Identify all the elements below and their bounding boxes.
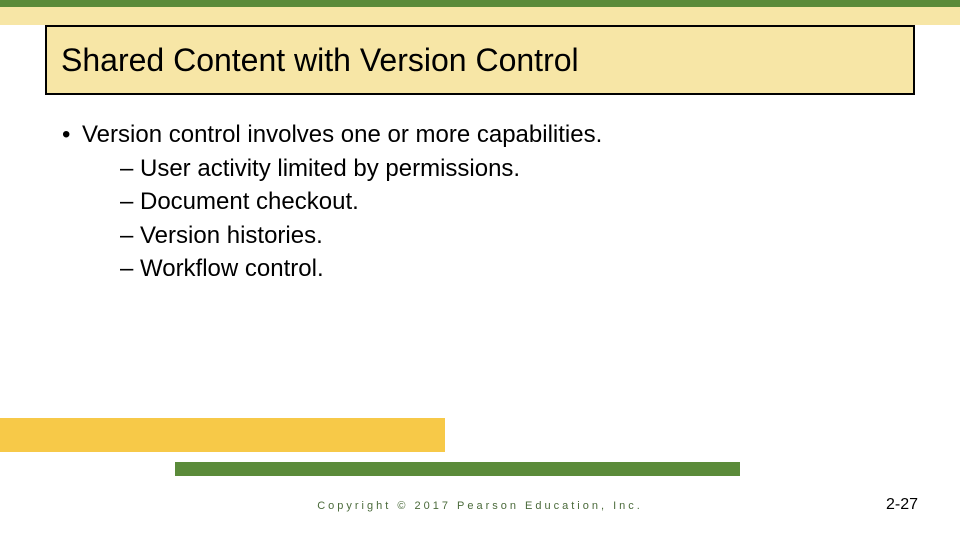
title-container: Shared Content with Version Control (45, 25, 915, 95)
sub-item: – Workflow control. (120, 252, 900, 286)
sub-item: – Version histories. (120, 219, 900, 253)
top-green-strip (0, 0, 960, 7)
content-area: • Version control involves one or more c… (60, 118, 900, 286)
dash-icon: – (120, 219, 140, 253)
bullet-main-text: Version control involves one or more cap… (82, 118, 602, 152)
slide-title: Shared Content with Version Control (61, 42, 579, 79)
dash-icon: – (120, 185, 140, 219)
sub-item: – Document checkout. (120, 185, 900, 219)
footer-green-bar (175, 462, 740, 476)
dash-icon: – (120, 252, 140, 286)
copyright-text: Copyright © 2017 Pearson Education, Inc. (0, 500, 960, 512)
bullet-dot-icon: • (60, 118, 82, 152)
sub-item-text: Document checkout. (140, 185, 359, 219)
sub-items: – User activity limited by permissions. … (120, 152, 900, 286)
bullet-main: • Version control involves one or more c… (60, 118, 900, 152)
footer-yellow-bar (0, 418, 445, 452)
sub-item-text: Version histories. (140, 219, 323, 253)
slide: Shared Content with Version Control • Ve… (0, 0, 960, 540)
page-number: 2-27 (886, 496, 918, 514)
sub-item-text: Workflow control. (140, 252, 324, 286)
sub-item-text: User activity limited by permissions. (140, 152, 520, 186)
sub-item: – User activity limited by permissions. (120, 152, 900, 186)
top-yellow-band (0, 7, 960, 25)
dash-icon: – (120, 152, 140, 186)
